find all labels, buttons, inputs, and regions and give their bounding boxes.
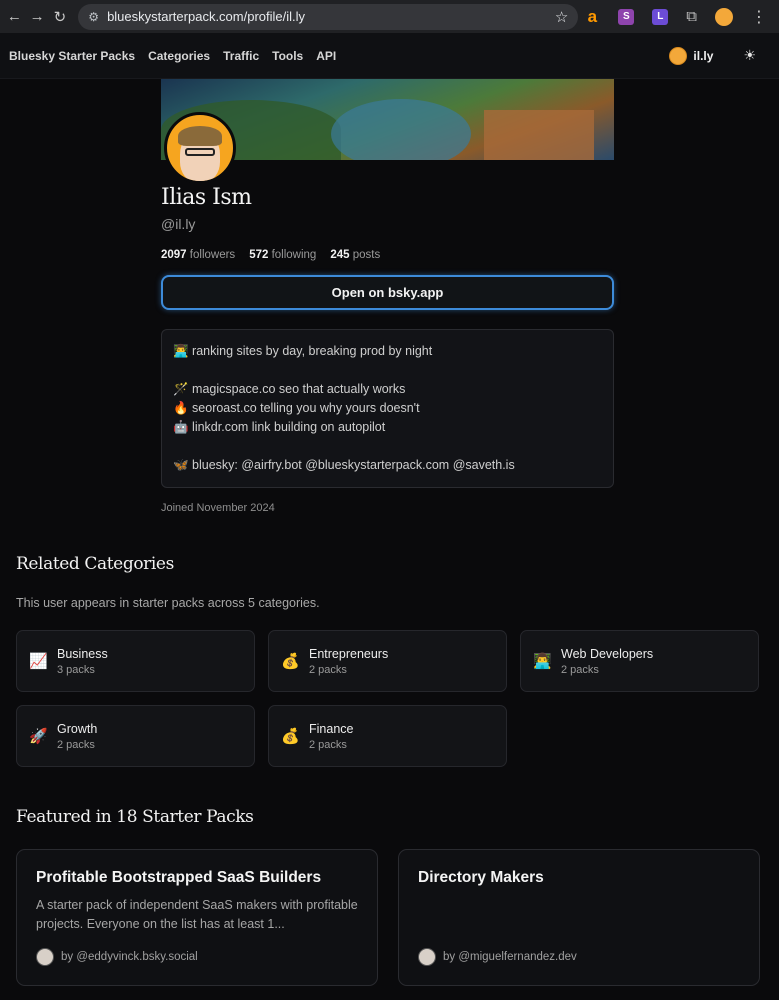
category-name: Growth <box>57 721 98 736</box>
author-avatar <box>36 948 54 966</box>
extension-a-icon[interactable]: a <box>584 7 600 26</box>
banner-river <box>331 99 471 160</box>
pack-title: Directory Makers <box>418 869 544 886</box>
category-count: 2 packs <box>309 663 347 676</box>
site-nav: Bluesky Starter Packs Categories Traffic… <box>0 33 779 79</box>
pack-description: A starter pack of independent SaaS maker… <box>36 898 358 931</box>
avatar-hair <box>178 126 222 146</box>
browser-toolbar: ← → ↻ ⚙ blueskystarterpack.com/profile/i… <box>0 0 779 33</box>
theme-toggle-icon[interactable]: ☀ <box>743 47 756 64</box>
site-settings-icon[interactable]: ⚙ <box>88 10 99 24</box>
posts-count: 245 <box>330 249 350 261</box>
user-menu[interactable]: il.ly <box>669 46 714 65</box>
joined-date: Joined November 2024 <box>161 502 275 514</box>
back-icon[interactable]: ← <box>6 5 23 29</box>
profile-avatar <box>164 112 236 184</box>
following-label: following <box>271 249 317 261</box>
nav-link-tools[interactable]: Tools <box>272 49 303 63</box>
profile-stats: 2097 followers 572 following 245 posts <box>161 249 614 261</box>
url-text: blueskystarterpack.com/profile/il.ly <box>107 9 306 24</box>
profile-handle: @il.ly <box>161 216 196 232</box>
nav-link-categories[interactable]: Categories <box>148 49 210 63</box>
browser-profile-avatar[interactable] <box>715 7 734 26</box>
posts-label: posts <box>352 249 381 261</box>
following-count: 572 <box>249 249 269 261</box>
nav-link-api[interactable]: API <box>316 49 336 63</box>
category-count: 3 packs <box>57 663 95 676</box>
following-stat: 572 following <box>249 249 316 261</box>
rocket-icon: 🚀 <box>29 728 48 745</box>
featured-section: Featured in 18 Starter Packs Profitable … <box>0 807 779 986</box>
category-name: Business <box>57 646 108 661</box>
featured-title: Featured in 18 Starter Packs <box>16 807 254 827</box>
bio-line: 👨‍💻 ranking sites by day, breaking prod … <box>173 344 433 358</box>
reload-icon[interactable]: ↻ <box>52 5 69 29</box>
bio-line: 🦋 bluesky: @airfry.bot @blueskystarterpa… <box>173 458 515 472</box>
category-count: 2 packs <box>57 738 95 751</box>
money-bag-icon: 💰 <box>281 653 300 670</box>
category-name: Entrepreneurs <box>309 646 389 661</box>
category-count: 2 packs <box>309 738 347 751</box>
category-grid: 📈 Business 3 packs 💰 Entrepreneurs 2 packs… <box>16 630 763 767</box>
followers-stat: 2097 followers <box>161 249 235 261</box>
chart-up-icon: 📈 <box>29 653 48 670</box>
address-bar[interactable]: ⚙ blueskystarterpack.com/profile/il.ly ☆ <box>78 3 579 30</box>
category-name: Web Developers <box>561 646 654 661</box>
pack-card[interactable]: Directory Makers by @miguelfernandez.dev <box>398 849 760 986</box>
pack-author: by @miguelfernandez.dev <box>418 948 577 966</box>
technologist-icon: 👨‍💻 <box>533 653 552 670</box>
related-categories-section: Related Categories This user appears in … <box>0 554 779 767</box>
profile-name: Ilias Ism <box>161 185 252 210</box>
profile-bio: 👨‍💻 ranking sites by day, breaking prod … <box>161 329 614 488</box>
bookmark-star-icon[interactable]: ☆ <box>555 8 568 26</box>
category-card-growth[interactable]: 🚀 Growth 2 packs <box>16 705 255 767</box>
author-avatar <box>418 948 436 966</box>
avatar-glasses <box>185 148 215 156</box>
category-name: Finance <box>309 721 354 736</box>
extensions-puzzle-icon[interactable]: ⧉ <box>686 8 697 25</box>
category-card-business[interactable]: 📈 Business 3 packs <box>16 630 255 692</box>
extension-s-icon[interactable]: S <box>618 8 635 25</box>
related-categories-subtitle: This user appears in starter packs acros… <box>16 596 320 610</box>
bio-line: 🤖 linkdr.com link building on autopilot <box>173 420 386 434</box>
pack-grid: Profitable Bootstrapped SaaS Builders A … <box>16 849 763 986</box>
forward-icon[interactable]: → <box>29 5 46 29</box>
bio-line: 🔥 seoroast.co telling you why yours does… <box>173 401 420 415</box>
open-on-bsky-button[interactable]: Open on bsky.app <box>161 275 614 310</box>
related-categories-title: Related Categories <box>16 554 174 574</box>
money-bag-icon: 💰 <box>281 728 300 745</box>
pack-title: Profitable Bootstrapped SaaS Builders <box>36 869 322 886</box>
category-card-entrepreneurs[interactable]: 💰 Entrepreneurs 2 packs <box>268 630 507 692</box>
banner-town <box>484 110 594 160</box>
followers-count: 2097 <box>161 249 187 261</box>
nav-link-traffic[interactable]: Traffic <box>223 49 259 63</box>
pack-author-handle: by @miguelfernandez.dev <box>443 951 577 963</box>
category-count: 2 packs <box>561 663 599 676</box>
category-card-web-developers[interactable]: 👨‍💻 Web Developers 2 packs <box>520 630 759 692</box>
pack-author-handle: by @eddyvinck.bsky.social <box>61 951 198 963</box>
browser-menu-icon[interactable]: ⋮ <box>751 7 767 27</box>
user-handle: il.ly <box>693 48 714 63</box>
bio-line: 🪄 magicspace.co seo that actually works <box>173 382 406 396</box>
category-card-finance[interactable]: 💰 Finance 2 packs <box>268 705 507 767</box>
posts-stat: 245 posts <box>330 249 380 261</box>
pack-author: by @eddyvinck.bsky.social <box>36 948 198 966</box>
avatar-face <box>178 126 222 181</box>
followers-label: followers <box>189 249 236 261</box>
profile-header: Ilias Ism @il.ly 2097 followers 572 foll… <box>161 79 614 514</box>
user-avatar <box>669 46 688 65</box>
extension-l-icon[interactable]: L <box>652 8 669 25</box>
pack-card[interactable]: Profitable Bootstrapped SaaS Builders A … <box>16 849 378 986</box>
nav-brand-link[interactable]: Bluesky Starter Packs <box>9 49 135 63</box>
